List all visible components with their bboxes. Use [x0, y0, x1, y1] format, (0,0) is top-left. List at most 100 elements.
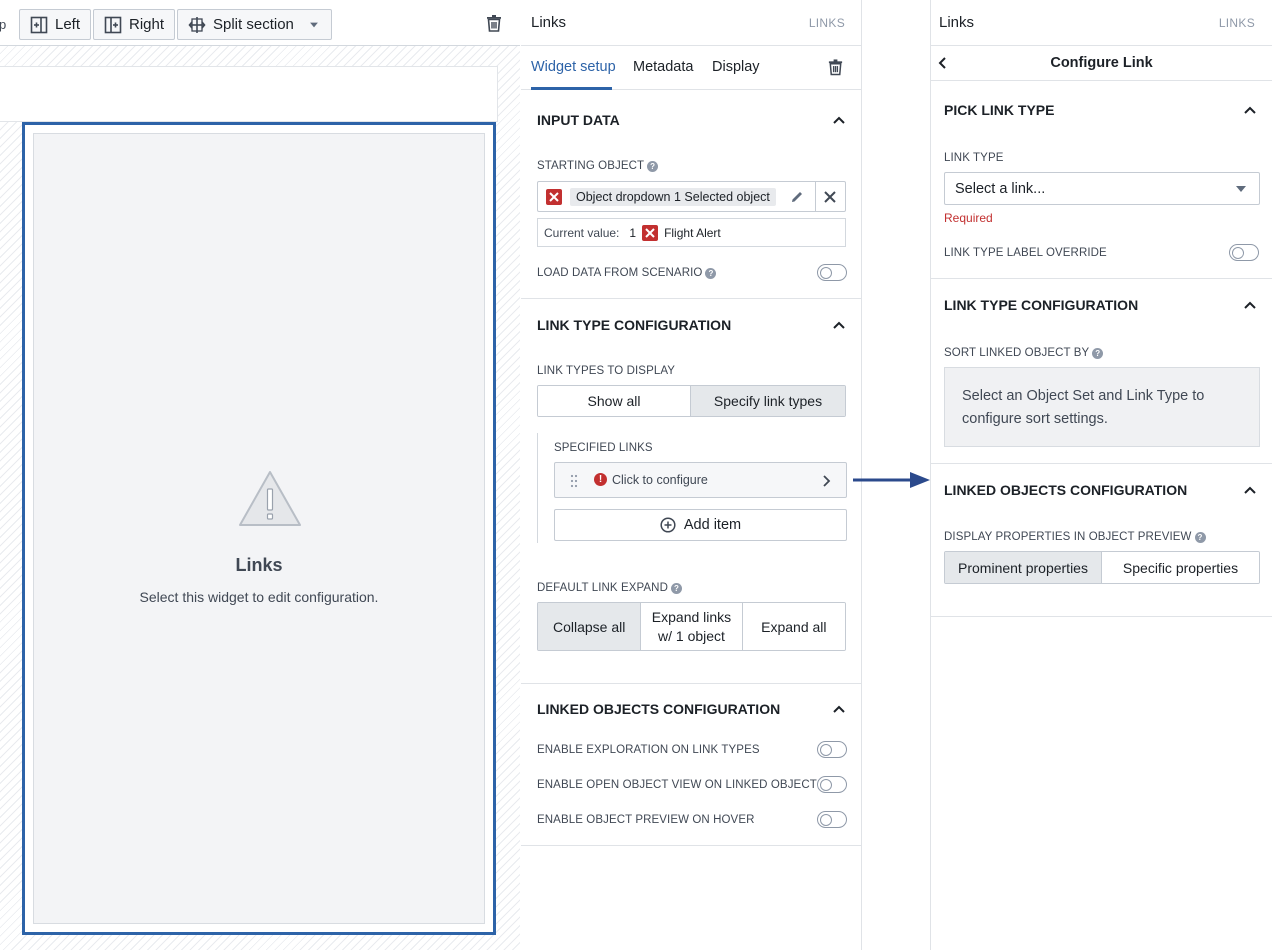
label-override-toggle[interactable]: [1229, 244, 1259, 261]
tab-metadata[interactable]: Metadata: [633, 59, 693, 75]
help-icon[interactable]: ?: [1194, 532, 1206, 543]
linked-objects-config-title: LINKED OBJECTS CONFIGURATION: [944, 482, 1188, 498]
insert-left-icon: [30, 16, 48, 33]
add-right-label: Right: [129, 16, 165, 33]
panel-header: Links LINKS: [521, 0, 861, 46]
section-divider: [521, 683, 861, 684]
collapse-all-option[interactable]: Collapse all: [538, 603, 642, 650]
add-circle-icon: [660, 517, 676, 533]
insert-right-icon: [104, 16, 122, 33]
configure-link-header: Configure Link: [931, 47, 1272, 81]
panel-header: Links LINKS: [931, 0, 1272, 46]
caret-down-icon: [309, 22, 318, 27]
section-divider: [521, 845, 861, 846]
specified-links-label: SPECIFIED LINKS: [554, 442, 653, 454]
clear-icon[interactable]: [823, 190, 837, 204]
add-left-button[interactable]: Left: [19, 9, 92, 40]
enable-exploration-toggle[interactable]: [817, 741, 847, 758]
trash-icon[interactable]: [485, 14, 503, 32]
links-widget[interactable]: Links Select this widget to edit configu…: [22, 122, 496, 935]
add-left-label: Left: [55, 16, 81, 33]
panel-tag: LINKS: [1218, 15, 1255, 30]
link-types-display-label: LINK TYPES TO DISPLAY: [537, 365, 676, 377]
link-type-placeholder: Select a link...: [955, 180, 1046, 197]
section-toolbar: p Left Right Split section: [0, 0, 520, 46]
error-icon: !: [594, 473, 607, 486]
enable-open-object-view-toggle[interactable]: [817, 776, 847, 793]
link-types-display-toggle: Show all Specify link types: [537, 385, 846, 417]
add-right-button[interactable]: Right: [93, 9, 176, 40]
required-error-text: Required: [944, 211, 993, 225]
arrow-icon: [853, 472, 930, 488]
configure-link-title: Configure Link: [1050, 55, 1153, 71]
specific-properties-option[interactable]: Specific properties: [1102, 552, 1259, 583]
current-value-label: Current value:: [544, 225, 620, 240]
drag-handle-icon[interactable]: [569, 473, 579, 489]
widget-title: Links: [235, 555, 283, 575]
widget-subtitle: Select this widget to edit configuration…: [139, 589, 379, 605]
active-tab-indicator: [531, 87, 612, 90]
display-properties-toggle: Prominent properties Specific properties: [944, 551, 1260, 584]
help-icon[interactable]: ?: [647, 161, 659, 172]
split-icon: [188, 16, 206, 33]
add-item-button[interactable]: Add item: [554, 509, 847, 541]
chevron-up-icon[interactable]: [832, 704, 846, 714]
section-divider: [931, 616, 1272, 617]
current-value-row: Current value: 1 Flight Alert: [537, 218, 846, 247]
trash-icon[interactable]: [827, 58, 844, 76]
widget-config-panel: Links LINKS Widget setup Metadata Displa…: [521, 0, 862, 950]
specified-links-group: SPECIFIED LINKS ! Click to configure Add…: [537, 433, 847, 543]
show-all-option[interactable]: Show all: [538, 386, 691, 416]
section-divider: [521, 298, 861, 299]
prominent-properties-option[interactable]: Prominent properties: [945, 552, 1102, 583]
panel-title: Links: [939, 14, 975, 31]
enable-exploration-label: ENABLE EXPLORATION ON LINK TYPES: [537, 744, 760, 756]
link-type-config-title: LINK TYPE CONFIGURATION: [537, 317, 732, 333]
edit-icon[interactable]: [789, 189, 805, 205]
chevron-up-icon[interactable]: [1243, 485, 1257, 495]
tab-display[interactable]: Display: [712, 59, 760, 75]
input-data-title: INPUT DATA: [537, 112, 620, 128]
chevron-up-icon[interactable]: [832, 115, 846, 125]
toolbar-truncated-text: p: [0, 17, 7, 32]
default-link-expand-label: DEFAULT LINK EXPAND?: [537, 582, 682, 594]
expand-one-object-option[interactable]: Expand links w/ 1 object: [641, 603, 743, 650]
starting-object-label: STARTING OBJECT?: [537, 160, 659, 172]
enable-preview-hover-toggle[interactable]: [817, 811, 847, 828]
add-item-label: Add item: [683, 517, 742, 533]
plane-object-icon: [546, 189, 562, 205]
chevron-up-icon[interactable]: [1243, 105, 1257, 115]
sort-linked-label: SORT LINKED OBJECT BY?: [944, 347, 1104, 359]
expand-all-option[interactable]: Expand all: [742, 603, 845, 650]
linked-objects-config-title: LINKED OBJECTS CONFIGURATION: [537, 701, 781, 717]
split-section-label: Split section: [213, 16, 294, 33]
chevron-right-icon: [823, 475, 831, 487]
help-icon[interactable]: ?: [705, 268, 717, 279]
link-config-row[interactable]: ! Click to configure: [554, 462, 847, 498]
widget-header-placeholder: [0, 66, 498, 122]
section-divider: [931, 463, 1272, 464]
starting-object-value: Object dropdown 1 Selected object: [570, 188, 776, 206]
panel-title: Links: [531, 14, 567, 31]
caret-down-icon: [1236, 186, 1246, 192]
current-value-count: 1: [629, 225, 637, 240]
chevron-up-icon[interactable]: [832, 320, 846, 330]
current-value-name: Flight Alert: [664, 225, 721, 240]
help-icon[interactable]: ?: [1092, 348, 1104, 359]
pick-link-type-title: PICK LINK TYPE: [944, 102, 1055, 118]
split-section-button[interactable]: Split section: [177, 9, 332, 40]
link-type-label: LINK TYPE: [944, 152, 1004, 164]
click-to-configure-text: Click to configure: [612, 473, 708, 487]
link-type-select[interactable]: Select a link...: [944, 172, 1260, 205]
load-scenario-toggle[interactable]: [817, 264, 847, 281]
help-icon[interactable]: ?: [671, 583, 682, 594]
tab-widget-setup[interactable]: Widget setup: [531, 59, 616, 75]
panel-tag: LINKS: [808, 15, 845, 30]
starting-object-field[interactable]: Object dropdown 1 Selected object: [537, 181, 846, 212]
load-scenario-label: LOAD DATA FROM SCENARIO?: [537, 267, 717, 279]
chevron-up-icon[interactable]: [1243, 300, 1257, 310]
sort-info-box: Select an Object Set and Link Type to co…: [944, 367, 1260, 447]
display-properties-label: DISPLAY PROPERTIES IN OBJECT PREVIEW?: [944, 531, 1206, 543]
link-type-config-title: LINK TYPE CONFIGURATION: [944, 297, 1139, 313]
specify-link-types-option[interactable]: Specify link types: [691, 386, 845, 416]
